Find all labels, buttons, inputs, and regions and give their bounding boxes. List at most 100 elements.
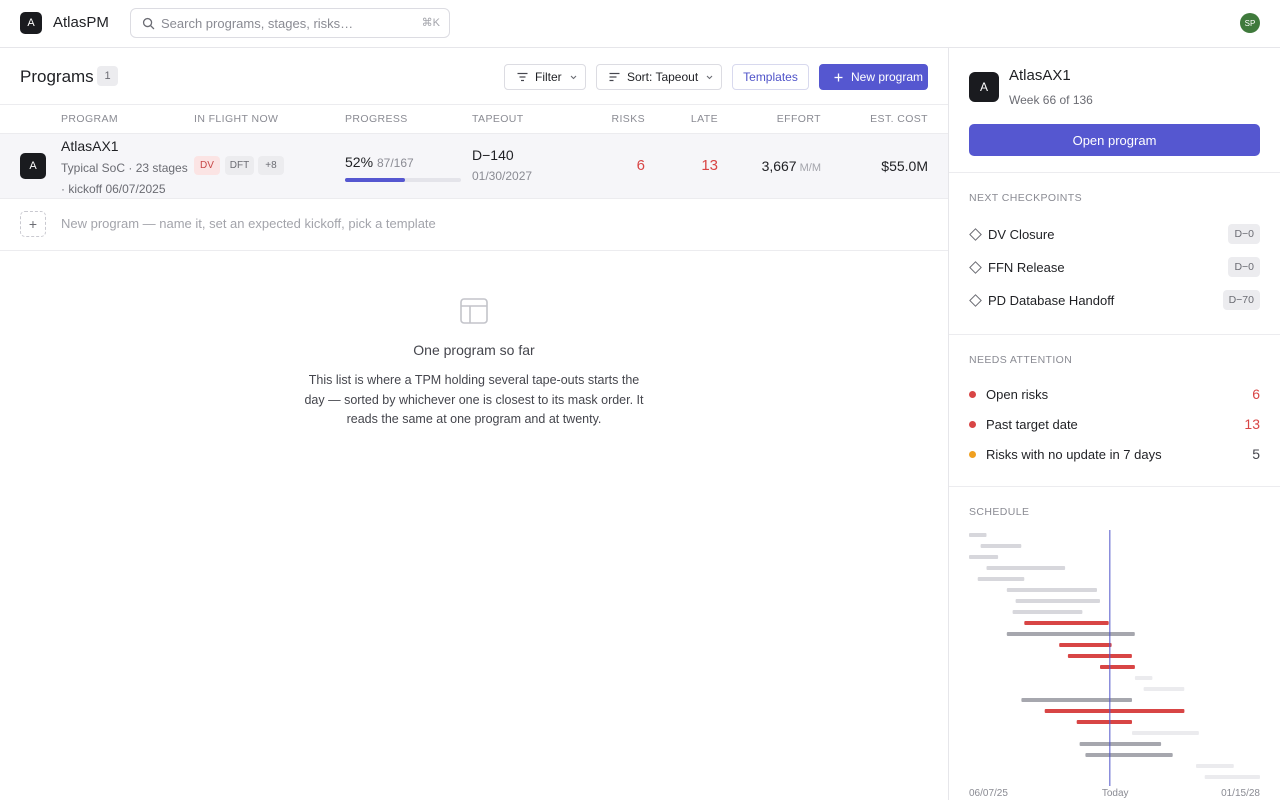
attention-value: 13 (1244, 416, 1260, 432)
progress-fraction: 87/167 (377, 156, 414, 170)
chevron-down-icon (706, 75, 713, 79)
attention-label: Past target date (986, 417, 1078, 432)
search-shortcut: ⌘K (421, 17, 440, 29)
new-program-row[interactable]: + New program — name it, set an expected… (0, 199, 948, 251)
schedule-bar[interactable] (980, 544, 1022, 548)
attention-heading: Needs attention (969, 354, 1073, 366)
filter-label: Filter (535, 70, 562, 84)
schedule-start-label: 06/07/25 (969, 788, 1008, 799)
page-title: Programs (20, 67, 94, 86)
app-name: AtlasPM (53, 14, 109, 31)
program-logo: A (20, 153, 46, 179)
schedule-bar[interactable] (1076, 720, 1132, 724)
column-header-in-flight[interactable]: In flight now (194, 113, 278, 125)
schedule-bar[interactable] (1006, 588, 1097, 592)
checkpoint-days-badge: D−0 (1228, 224, 1260, 244)
attention-item-open-risks[interactable]: Open risks 6 (969, 385, 1260, 405)
panel-program-name: AtlasAX1 (1009, 67, 1071, 84)
attention-value: 6 (1252, 386, 1260, 402)
sort-button[interactable]: Sort: Tapeout (596, 64, 722, 90)
effort-unit: M/M (799, 162, 821, 174)
diamond-icon (969, 228, 982, 241)
open-program-button[interactable]: Open program (969, 124, 1260, 156)
status-dot (969, 391, 976, 398)
empty-state-title: One program so far (413, 342, 535, 358)
column-header-tapeout[interactable]: Tapeout (472, 113, 524, 125)
column-header-effort[interactable]: Effort (777, 113, 821, 125)
schedule-bar[interactable] (1132, 731, 1199, 735)
table-row[interactable]: A AtlasAX1 Typical SoC · 23 stages · kic… (0, 134, 948, 199)
panel-program-logo: A (969, 72, 999, 102)
program-detail-panel: A AtlasAX1 Week 66 of 136 Open program N… (948, 48, 1280, 800)
column-header-progress[interactable]: Progress (345, 113, 408, 125)
schedule-heading: Schedule (969, 506, 1030, 518)
filter-button[interactable]: Filter (504, 64, 586, 90)
schedule-bar[interactable] (1204, 775, 1260, 779)
schedule-bar[interactable] (1085, 753, 1173, 757)
column-header-est-cost[interactable]: Est. cost (870, 113, 928, 125)
stage-chip-dv[interactable]: DV (194, 156, 220, 175)
layout-icon (460, 298, 488, 324)
checkpoint-label: FFN Release (988, 260, 1065, 275)
schedule-bar[interactable] (1100, 665, 1135, 669)
column-header-risks[interactable]: Risks (611, 113, 645, 125)
search-icon (142, 17, 155, 30)
tapeout-date: 01/30/2027 (472, 169, 533, 183)
divider (949, 334, 1280, 335)
progress-bar-fill (345, 178, 406, 182)
divider (949, 172, 1280, 173)
column-header-program[interactable]: Program (61, 113, 118, 125)
schedule-bar[interactable] (1012, 610, 1083, 614)
schedule-bar[interactable] (1059, 643, 1112, 647)
schedule-bar[interactable] (969, 555, 999, 559)
schedule-bar[interactable] (986, 566, 1066, 570)
templates-button[interactable]: Templates (732, 64, 809, 90)
search-input[interactable] (161, 14, 411, 32)
column-header-late[interactable]: Late (691, 113, 718, 125)
top-bar: A AtlasPM ⌘K SP (0, 0, 1280, 48)
est-cost-value: $55.0M (881, 158, 928, 174)
tapeout-countdown: D−140 (472, 147, 514, 163)
attention-item-past-target[interactable]: Past target date 13 (969, 415, 1260, 435)
schedule-bar[interactable] (977, 577, 1025, 581)
new-program-button[interactable]: New program (819, 64, 928, 90)
stage-chip-more[interactable]: +8 (258, 156, 284, 175)
sort-label: Sort: Tapeout (627, 70, 699, 84)
stage-chip-dft[interactable]: DFT (225, 156, 254, 175)
program-meta: Typical SoC · 23 stages · kickoff 06/07/… (61, 161, 188, 196)
app-logo[interactable]: A (20, 12, 42, 34)
checkpoint-item[interactable]: FFN Release D−0 (969, 257, 1260, 279)
schedule-bar[interactable] (1044, 709, 1185, 713)
diamond-icon (969, 261, 982, 274)
schedule-bar[interactable] (969, 533, 987, 537)
schedule-bar[interactable] (1079, 742, 1162, 746)
schedule-bar[interactable] (1021, 698, 1132, 702)
add-program-button[interactable]: + (20, 211, 46, 237)
chevron-down-icon (570, 75, 577, 79)
schedule-bar[interactable] (1067, 654, 1132, 658)
schedule-bar[interactable] (1024, 621, 1109, 625)
schedule-bar[interactable] (1015, 599, 1100, 603)
table-header: Program In flight now Progress Tapeout R… (0, 104, 948, 134)
program-name[interactable]: AtlasAX1 (61, 138, 119, 154)
status-dot (969, 421, 976, 428)
plus-icon (834, 73, 843, 81)
effort-number: 3,667 (761, 158, 797, 174)
templates-label: Templates (743, 70, 798, 84)
schedule-bar[interactable] (1006, 632, 1135, 636)
risks-count: 6 (636, 157, 645, 174)
search-box[interactable]: ⌘K (130, 8, 450, 38)
checkpoint-item[interactable]: PD Database Handoff D−70 (969, 290, 1260, 312)
new-program-hint[interactable]: New program — name it, set an expected k… (61, 216, 436, 231)
status-dot (969, 451, 976, 458)
progress-percent: 52% (345, 154, 374, 170)
schedule-gantt[interactable]: 06/07/25 Today 01/15/28 (969, 530, 1260, 800)
checkpoint-item[interactable]: DV Closure D−0 (969, 224, 1260, 246)
schedule-bar[interactable] (1134, 676, 1153, 680)
schedule-bar[interactable] (1196, 764, 1234, 768)
sort-icon (609, 72, 620, 82)
filter-icon (517, 72, 528, 82)
user-avatar[interactable]: SP (1240, 13, 1260, 33)
attention-item-stale-risks[interactable]: Risks with no update in 7 days 5 (969, 445, 1260, 465)
schedule-bar[interactable] (1143, 687, 1185, 691)
